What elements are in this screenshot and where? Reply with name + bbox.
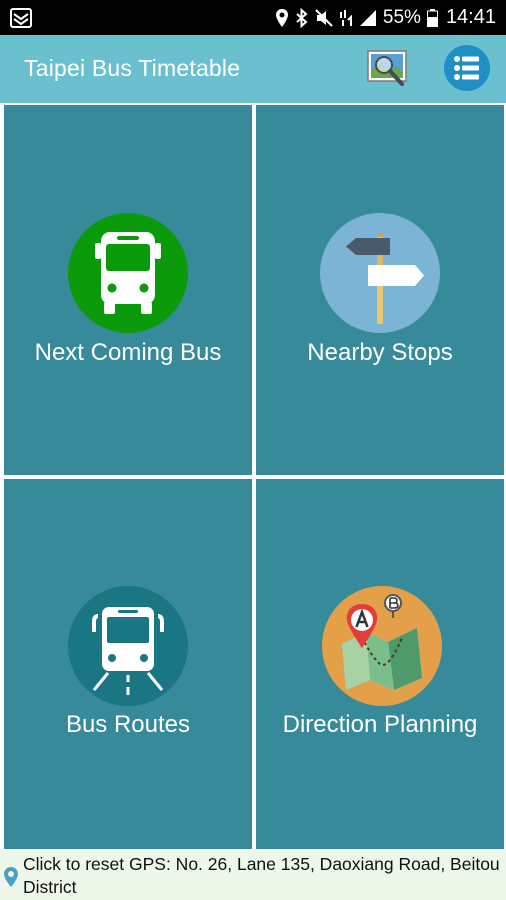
- direction-planning-icon-circle: [322, 586, 442, 706]
- gps-reset-text: Click to reset GPS: No. 26, Lane 135, Da…: [23, 854, 500, 897]
- app-title: Taipei Bus Timetable: [24, 55, 241, 81]
- next-coming-bus-icon-circle: [68, 213, 188, 333]
- bus-routes-icon-circle: [68, 586, 188, 706]
- bus-front-icon: [95, 232, 161, 314]
- list-menu-button[interactable]: [444, 45, 490, 91]
- battery-icon: [426, 8, 438, 27]
- tile-label-direction-planning: Direction Planning: [282, 711, 478, 738]
- tile-bus-routes[interactable]: Bus Routes: [4, 479, 252, 849]
- network-icon: [339, 9, 353, 27]
- notification-icon: [10, 8, 32, 33]
- tile-nearby-stops[interactable]: Nearby Stops: [256, 105, 504, 475]
- gps-reset-bar[interactable]: Click to reset GPS: No. 26, Lane 135, Da…: [0, 849, 506, 900]
- main-menu-grid: Next Coming Bus Nearby Stops Bus Routes …: [0, 103, 506, 849]
- mute-icon: [315, 8, 333, 27]
- tile-direction-planning[interactable]: Direction Planning: [256, 479, 504, 849]
- tile-label-bus-routes: Bus Routes: [65, 711, 191, 738]
- tile-label-next-coming-bus: Next Coming Bus: [34, 339, 222, 366]
- status-bar: 55% 14:41: [0, 0, 506, 35]
- location-icon: [275, 8, 289, 28]
- nearby-stops-icon-circle: [320, 213, 440, 333]
- list-menu-icon: [454, 56, 479, 80]
- location-pin-icon: [3, 866, 19, 893]
- battery-percentage: 55%: [382, 6, 421, 28]
- bluetooth-icon: [295, 7, 309, 28]
- tile-next-coming-bus[interactable]: Next Coming Bus: [4, 105, 252, 475]
- signal-icon: [359, 9, 377, 27]
- direction-map-icon: [341, 594, 423, 691]
- map-search-icon: [367, 50, 407, 86]
- tile-label-nearby-stops: Nearby Stops: [307, 339, 453, 366]
- app-bar: Taipei Bus Timetable: [0, 35, 506, 103]
- signpost-icon: [346, 233, 424, 324]
- clock: 14:41: [445, 6, 496, 28]
- map-search-button[interactable]: [364, 47, 412, 93]
- bus-route-icon: [92, 607, 164, 695]
